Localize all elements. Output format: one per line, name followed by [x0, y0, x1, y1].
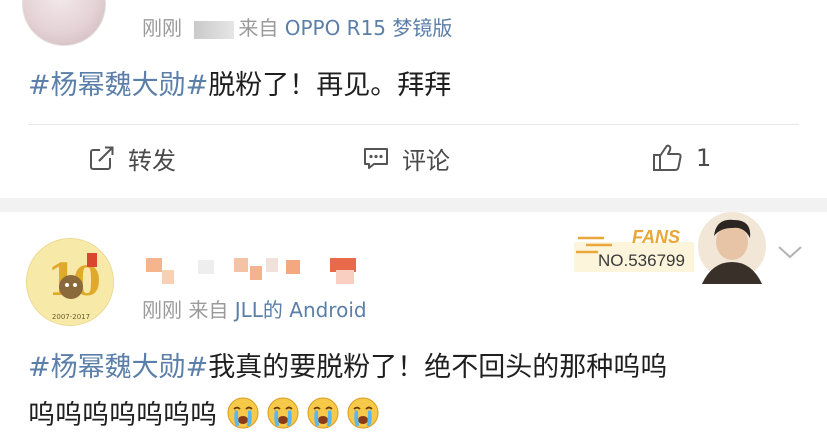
like-count: 1 [696, 144, 712, 172]
post-text-line1: 我真的要脱粉了！绝不回头的那种呜呜 [208, 352, 668, 383]
crying-emoji-icon [267, 397, 299, 429]
repost-button[interactable]: 转发 [88, 134, 176, 182]
badge-number: NO.536799 [598, 251, 685, 270]
avatar[interactable] [22, 0, 106, 46]
crying-emoji-icon [227, 397, 259, 429]
post-content: #杨幂魏大勋#脱粉了！再见。拜拜 [28, 62, 451, 110]
device-source[interactable]: JLL的 Android [235, 298, 367, 322]
post-text-line2: 呜呜呜呜呜呜呜 [28, 400, 217, 431]
from-label: 来自 [188, 298, 229, 322]
post-time: 刚刚 [142, 16, 182, 40]
post-text: 脱粉了！再见。拜拜 [208, 70, 452, 101]
action-bar: 转发 评论 1 [0, 134, 827, 182]
chevron-down-icon[interactable] [776, 244, 804, 260]
repost-label: 转发 [128, 146, 176, 175]
avatar[interactable]: 1 0 2007-2017 [26, 238, 114, 326]
topic-link[interactable]: #杨幂魏大勋# [28, 352, 208, 383]
like-icon [653, 144, 682, 171]
username-blurred[interactable] [146, 256, 362, 284]
post-time: 刚刚 [142, 298, 182, 322]
badge-title: FANS [632, 227, 680, 247]
like-button[interactable]: 1 [652, 134, 711, 182]
comment-label: 评论 [402, 146, 450, 175]
from-label: 来自 [238, 16, 279, 40]
weibo-post-1: 刚刚 来自 OPPO R15 梦镜版 #杨幂魏大勋#脱粉了！再见。拜拜 转发 评… [0, 0, 827, 198]
redaction-mask [194, 20, 235, 39]
weibo-post-2: 1 0 2007-2017 刚刚 来自 JLL的 Android FANS NO… [0, 212, 827, 444]
crying-emoji-icon [307, 397, 339, 429]
divider [28, 124, 799, 125]
post-meta: 刚刚 来自 JLL的 Android [142, 294, 367, 323]
repost-icon [90, 146, 114, 170]
post-meta: 刚刚 来自 OPPO R15 梦镜版 [142, 12, 452, 41]
emoji-row [226, 397, 386, 431]
comment-button[interactable]: 评论 [362, 134, 450, 182]
anniversary-logo-icon: 1 0 2007-2017 [27, 239, 113, 325]
comment-icon [364, 148, 388, 169]
feed-separator [0, 198, 827, 212]
crying-emoji-icon [347, 397, 379, 429]
avatar-years: 2007-2017 [52, 313, 90, 321]
topic-link[interactable]: #杨幂魏大勋# [28, 70, 208, 101]
device-source[interactable]: OPPO R15 梦镜版 [285, 16, 453, 40]
fans-badge[interactable]: FANS NO.536799 [572, 212, 768, 284]
post-content: #杨幂魏大勋#我真的要脱粉了！绝不回头的那种呜呜 呜呜呜呜呜呜呜 [28, 344, 818, 440]
